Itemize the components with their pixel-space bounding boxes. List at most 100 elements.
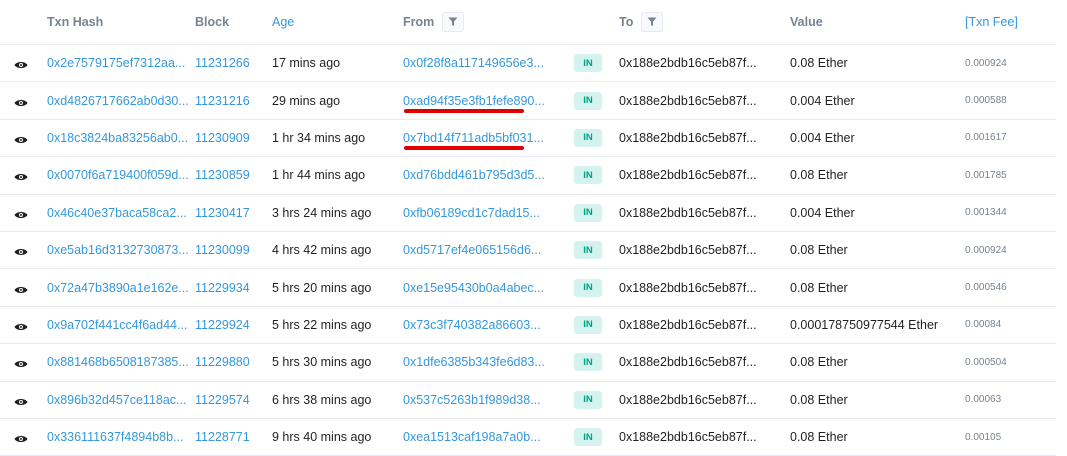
to-filter-button[interactable] bbox=[641, 12, 664, 32]
red-underline-annotation bbox=[404, 146, 524, 151]
eye-icon[interactable] bbox=[14, 358, 28, 368]
txn-hash-link[interactable]: 0x2e7579175ef7312aa... bbox=[47, 45, 185, 81]
txn-fee-text: 0.001617 bbox=[965, 132, 1007, 144]
direction-badge: IN bbox=[574, 82, 602, 118]
eye-icon[interactable] bbox=[14, 320, 28, 330]
eye-icon[interactable] bbox=[14, 171, 28, 181]
block-link[interactable]: 11229934 bbox=[195, 269, 250, 305]
value-text: 0.08 Ether bbox=[790, 355, 848, 370]
txn-fee-text: 0.000924 bbox=[965, 244, 1007, 256]
to-address-text: 0x188e2bdb16c5eb87f... bbox=[619, 280, 757, 295]
txn-hash-link[interactable]: 0x0070f6a719400f059d... bbox=[47, 157, 189, 193]
from-address-link[interactable]: 0x73c3f740382a86603... bbox=[403, 307, 541, 343]
header-age-toggle[interactable]: Age bbox=[272, 0, 294, 44]
txn-hash-link[interactable]: 0xe5ab16d3132730873... bbox=[47, 232, 189, 268]
value-text: 0.08 Ether bbox=[790, 280, 848, 295]
header-block: Block bbox=[195, 15, 230, 29]
direction-badge-label: IN bbox=[574, 278, 602, 297]
block-link[interactable]: 11231216 bbox=[195, 82, 250, 118]
txn-hash-link[interactable]: 0x46c40e37baca58ca2... bbox=[47, 195, 187, 231]
from-address-link[interactable]: 0x537c5263b1f989d38... bbox=[403, 382, 541, 418]
from-address-link[interactable]: 0x1dfe6385b343fe6d83... bbox=[403, 344, 545, 380]
to-address-text: 0x188e2bdb16c5eb87f... bbox=[619, 430, 757, 445]
table-row: 0x72a47b3890a1e162e... 11229934 5 hrs 20 m… bbox=[0, 269, 1056, 307]
header-value: Value bbox=[790, 15, 823, 29]
to-address-text: 0x188e2bdb16c5eb87f... bbox=[619, 56, 757, 71]
direction-badge: IN bbox=[574, 344, 602, 380]
table-row: 0xd4826717662ab0d30... 11231216 29 mins ag… bbox=[0, 82, 1056, 120]
block-link[interactable]: 11231266 bbox=[195, 45, 250, 81]
filter-icon bbox=[448, 17, 458, 26]
table-row: 0x336111637f4894b8b... 11228771 9 hrs 40 m… bbox=[0, 419, 1056, 456]
to-address-text: 0x188e2bdb16c5eb87f... bbox=[619, 205, 757, 220]
from-address-link[interactable]: 0xfb06189cd1c7dad15... bbox=[403, 195, 540, 231]
from-address-link[interactable]: 0x0f28f8a117149656e3... bbox=[403, 45, 544, 81]
table-header: Txn Hash Block Age From To Value [Txn Fe… bbox=[0, 0, 1056, 45]
eye-icon[interactable] bbox=[14, 59, 28, 69]
from-address-link[interactable]: 0xe15e95430b0a4abec... bbox=[403, 269, 544, 305]
txn-hash-link[interactable]: 0xd4826717662ab0d30... bbox=[47, 82, 189, 118]
eye-icon[interactable] bbox=[14, 433, 28, 443]
age-text: 9 hrs 40 mins ago bbox=[272, 430, 372, 445]
to-address-text: 0x188e2bdb16c5eb87f... bbox=[619, 392, 757, 407]
direction-badge-label: IN bbox=[574, 241, 602, 260]
age-text: 6 hrs 38 mins ago bbox=[272, 392, 372, 407]
txn-fee-text: 0.000588 bbox=[965, 95, 1007, 107]
table-row: 0x881468b6508187385... 11229880 5 hrs 30 m… bbox=[0, 344, 1056, 382]
value-text: 0.004 Ether bbox=[790, 93, 855, 108]
block-link[interactable]: 11228771 bbox=[195, 419, 250, 455]
value-text: 0.08 Ether bbox=[790, 243, 848, 258]
block-link[interactable]: 11230909 bbox=[195, 120, 250, 156]
txn-hash-link[interactable]: 0x881468b6508187385... bbox=[47, 344, 189, 380]
header-txn-hash: Txn Hash bbox=[47, 15, 104, 29]
eye-icon[interactable] bbox=[14, 283, 28, 293]
eye-icon[interactable] bbox=[14, 96, 28, 106]
to-address-text: 0x188e2bdb16c5eb87f... bbox=[619, 93, 757, 108]
txn-hash-link[interactable]: 0x72a47b3890a1e162e... bbox=[47, 269, 189, 305]
eye-icon[interactable] bbox=[14, 246, 28, 256]
table-row: 0x9a702f441cc4f6ad44... 11229924 5 hrs 22 … bbox=[0, 307, 1056, 345]
txn-fee-text: 0.000924 bbox=[965, 57, 1007, 69]
block-link[interactable]: 11230859 bbox=[195, 157, 250, 193]
from-address-link[interactable]: 0xea1513caf198a7a0b... bbox=[403, 419, 541, 455]
from-address-link[interactable]: 0xad94f35e3fb1fefe890... bbox=[403, 82, 545, 118]
table-row: 0x896b32d457ce118ac... 11229574 6 hrs 38 m… bbox=[0, 382, 1056, 419]
to-address-text: 0x188e2bdb16c5eb87f... bbox=[619, 355, 757, 370]
from-address-link[interactable]: 0x7bd14f711adb5bf031... bbox=[403, 120, 544, 156]
eye-icon[interactable] bbox=[14, 395, 28, 405]
value-text: 0.08 Ether bbox=[790, 168, 848, 183]
block-link[interactable]: 11229880 bbox=[195, 344, 250, 380]
age-text: 3 hrs 24 mins ago bbox=[272, 205, 372, 220]
txn-hash-link[interactable]: 0x896b32d457ce118ac... bbox=[47, 382, 186, 418]
from-address-link[interactable]: 0xd76bdd461b795d3d5... bbox=[403, 157, 545, 193]
block-link[interactable]: 11230099 bbox=[195, 232, 250, 268]
age-text: 5 hrs 20 mins ago bbox=[272, 280, 372, 295]
header-to: To bbox=[619, 0, 664, 44]
block-link[interactable]: 11229924 bbox=[195, 307, 250, 343]
from-filter-button[interactable] bbox=[442, 12, 465, 32]
value-text: 0.08 Ether bbox=[790, 392, 848, 407]
direction-badge-label: IN bbox=[574, 91, 602, 110]
header-to-label: To bbox=[619, 15, 634, 29]
age-text: 29 mins ago bbox=[272, 93, 341, 108]
txn-hash-link[interactable]: 0x9a702f441cc4f6ad44... bbox=[47, 307, 187, 343]
from-address-link[interactable]: 0xd5717ef4e065156d6... bbox=[403, 232, 541, 268]
block-link[interactable]: 11229574 bbox=[195, 382, 250, 418]
direction-badge: IN bbox=[574, 157, 602, 193]
table-row: 0x0070f6a719400f059d... 11230859 1 hr 44 m… bbox=[0, 157, 1056, 195]
txn-hash-link[interactable]: 0x18c3824ba83256ab0... bbox=[47, 120, 188, 156]
to-address-text: 0x188e2bdb16c5eb87f... bbox=[619, 130, 757, 145]
eye-icon[interactable] bbox=[14, 133, 28, 143]
to-address-text: 0x188e2bdb16c5eb87f... bbox=[619, 243, 757, 258]
age-text: 5 hrs 22 mins ago bbox=[272, 317, 372, 332]
age-text: 1 hr 34 mins ago bbox=[272, 130, 366, 145]
red-underline-annotation bbox=[404, 108, 524, 113]
txn-hash-link[interactable]: 0x336111637f4894b8b... bbox=[47, 419, 183, 455]
eye-icon[interactable] bbox=[14, 208, 28, 218]
header-txn-fee-toggle[interactable]: [Txn Fee] bbox=[965, 0, 1018, 44]
age-text: 17 mins ago bbox=[272, 56, 341, 71]
filter-icon bbox=[647, 17, 657, 26]
block-link[interactable]: 11230417 bbox=[195, 195, 250, 231]
table-body: 0x2e7579175ef7312aa... 11231266 17 mins ag… bbox=[0, 45, 1056, 456]
age-text: 1 hr 44 mins ago bbox=[272, 168, 366, 183]
